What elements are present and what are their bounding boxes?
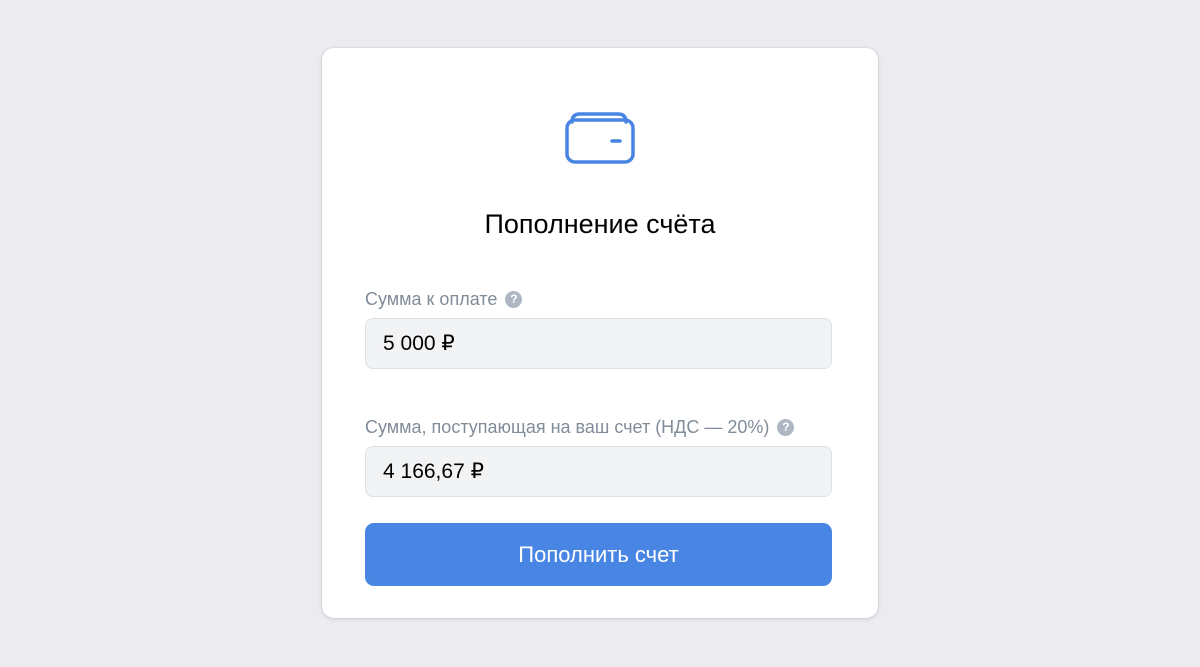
help-icon[interactable]: ? [505, 290, 523, 308]
dialog-title: Пополнение счёта [484, 209, 716, 239]
top-up-button[interactable]: Пополнить счет [365, 523, 832, 586]
amount-received-input[interactable] [383, 459, 814, 484]
top-up-dialog: Пополнение счёта Сумма к оплате ? Сумма,… [322, 48, 878, 618]
amount-received-label-text: Сумма, поступающая на ваш счет (НДС — 20… [365, 417, 770, 437]
amount-to-pay-label: Сумма к оплате ? [365, 288, 523, 310]
amount-to-pay-label-text: Сумма к оплате [365, 289, 498, 309]
help-icon[interactable]: ? [777, 418, 795, 436]
amount-to-pay-input[interactable] [383, 331, 814, 356]
amount-received-label: Сумма, поступающая на ваш счет (НДС — 20… [365, 416, 795, 438]
amount-received-field[interactable] [365, 446, 832, 497]
wallet-icon [565, 112, 635, 164]
amount-to-pay-field[interactable] [365, 318, 832, 369]
